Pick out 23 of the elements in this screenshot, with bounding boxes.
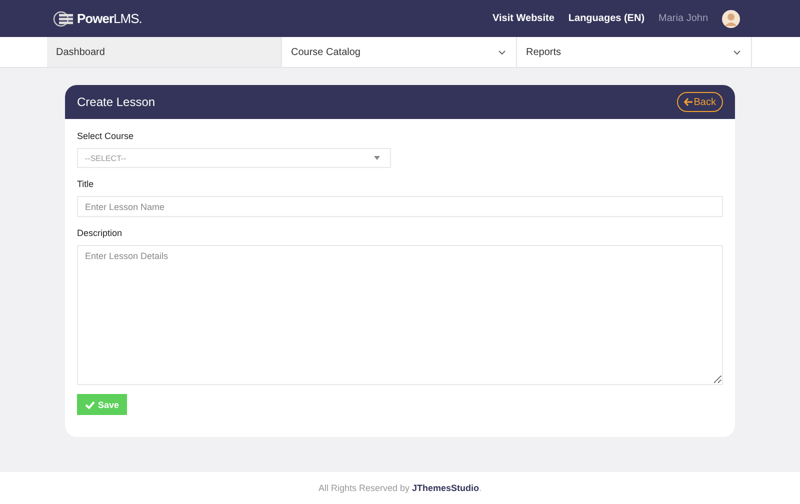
nav-tab[interactable]: Dashboard bbox=[47, 37, 282, 67]
textarea-field[interactable]: Enter Lesson Details bbox=[77, 245, 723, 385]
field-label: Description bbox=[77, 228, 124, 238]
arrow-left-icon bbox=[684, 98, 693, 106]
back-button[interactable]: Back bbox=[676, 92, 723, 112]
user-name: Maria John bbox=[658, 13, 708, 24]
check-icon bbox=[85, 400, 95, 408]
nav-tab[interactable]: Course Catalog bbox=[282, 37, 517, 67]
nav-tab[interactable]: Reports bbox=[517, 37, 752, 67]
avatar[interactable] bbox=[722, 10, 740, 28]
field-label: Title bbox=[77, 179, 95, 189]
copyright-text: All Rights Reserved by JThemesStudio. bbox=[318, 483, 482, 493]
field-label: Select Course bbox=[77, 131, 135, 141]
caret-icon bbox=[374, 156, 380, 160]
chevron-down-icon bbox=[733, 50, 741, 54]
chevron-down-icon bbox=[498, 50, 506, 54]
input-field[interactable]: Enter Lesson Name bbox=[77, 196, 723, 217]
card-title: Create Lesson bbox=[77, 95, 156, 109]
footer-link[interactable]: JThemesStudio bbox=[412, 483, 480, 493]
header-link[interactable]: Visit Website bbox=[492, 13, 554, 24]
logo-icon bbox=[53, 10, 75, 26]
header-link[interactable]: Languages (EN) bbox=[568, 13, 645, 24]
logo-text: PowerLMS. bbox=[77, 11, 142, 26]
